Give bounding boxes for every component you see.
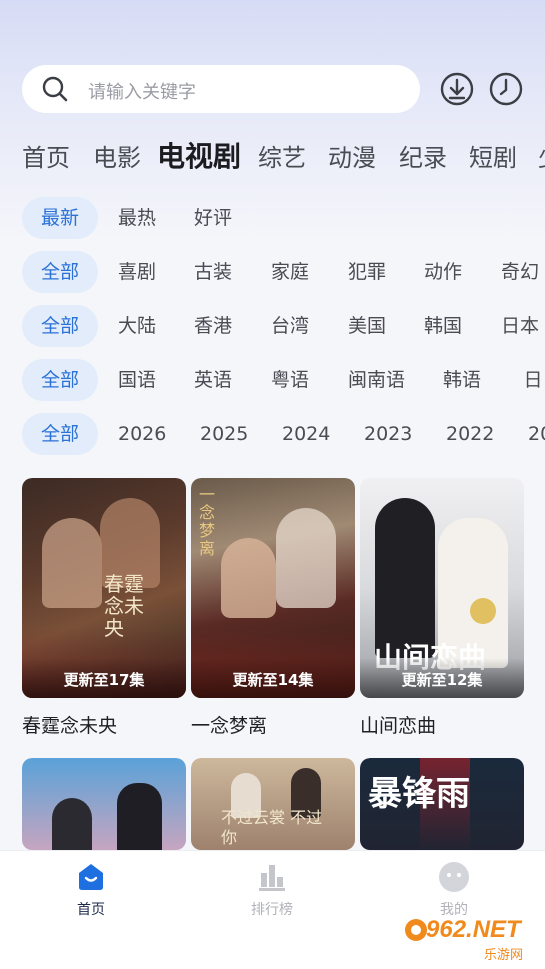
filter-chip-selected[interactable]: 全部: [22, 359, 98, 401]
filter-chip[interactable]: 2026: [118, 413, 166, 455]
filter-chip-selected[interactable]: 最新: [22, 197, 98, 239]
profile-icon: [439, 862, 469, 892]
filter-row-sort: 最新 最热 好评: [0, 197, 545, 241]
filter-chip-selected[interactable]: 全部: [22, 305, 98, 347]
search-bar[interactable]: 请输入关键字: [22, 65, 420, 113]
watermark-text: 962.NET: [426, 916, 521, 943]
tab-bar-label: 排行榜: [251, 902, 293, 918]
filter-chip[interactable]: 好评: [194, 197, 232, 239]
filter-row-year: 全部 2026 2025 2024 2023 2022 20: [0, 413, 545, 457]
category-tabs: 首页 电影 电视剧 综艺 动漫 纪录 短剧 少: [0, 138, 545, 174]
filter-chip[interactable]: 英语: [194, 359, 232, 401]
filter-chip[interactable]: 喜剧: [118, 251, 156, 293]
show-card[interactable]: 暴锋雨: [360, 758, 524, 850]
tab-bar-label: 首页: [77, 902, 105, 918]
filter-chip-selected[interactable]: 全部: [22, 251, 98, 293]
show-card[interactable]: 不过云裳 不过你: [191, 758, 355, 850]
search-input[interactable]: 请输入关键字: [88, 78, 196, 104]
history-icon[interactable]: [489, 72, 523, 106]
tab-bar-ranking[interactable]: 排行榜: [212, 851, 332, 931]
filter-chip[interactable]: 日语: [521, 359, 545, 401]
poster-title-art: 春霆念未央: [104, 572, 144, 640]
filter-chip[interactable]: 大陆: [118, 305, 156, 347]
poster-image: 春霆念未央 更新至17集: [22, 478, 186, 698]
tab-movie[interactable]: 电影: [93, 138, 141, 173]
show-title: 春霆念未央: [22, 715, 118, 737]
filter-chip[interactable]: 粤语: [271, 359, 309, 401]
poster-title-art: 不过云裳 不过你: [221, 808, 323, 847]
show-card[interactable]: 一念梦离 更新至14集 一念梦离: [191, 478, 355, 738]
filter-chip[interactable]: 香港: [194, 305, 232, 347]
poster-title-art: 暴锋雨: [368, 774, 470, 814]
filter-chip[interactable]: 犯罪: [348, 251, 386, 293]
show-card[interactable]: [22, 758, 186, 850]
filter-chip[interactable]: 20: [528, 413, 545, 455]
poster-title-art: 一念梦离: [199, 485, 216, 558]
filter-chip[interactable]: 韩语: [443, 359, 481, 401]
tab-partial[interactable]: 少: [538, 138, 545, 173]
filter-chip[interactable]: 动作: [424, 251, 462, 293]
filter-chip[interactable]: 2023: [364, 413, 412, 455]
poster-image: 一念梦离 更新至14集: [191, 478, 355, 698]
ranking-icon: [259, 865, 285, 891]
filter-chip[interactable]: 2022: [446, 413, 494, 455]
filter-chip[interactable]: 台湾: [271, 305, 309, 347]
filter-chip[interactable]: 美国: [348, 305, 386, 347]
tab-short-drama[interactable]: 短剧: [469, 138, 517, 173]
tab-tv-series[interactable]: 电视剧: [157, 138, 241, 174]
filter-chip[interactable]: 2024: [282, 413, 330, 455]
poster-image: 山间恋曲 更新至12集: [360, 478, 524, 698]
watermark-subtext: 乐游网: [484, 948, 524, 963]
filter-chip[interactable]: 奇幻: [501, 251, 539, 293]
filter-row-region: 全部 大陆 香港 台湾 美国 韩国 日本: [0, 305, 545, 349]
filter-row-genre: 全部 喜剧 古装 家庭 犯罪 动作 奇幻: [0, 251, 545, 295]
episode-badge: 更新至14集: [191, 658, 355, 698]
download-icon[interactable]: [440, 72, 474, 106]
filter-chip[interactable]: 家庭: [271, 251, 309, 293]
tab-home[interactable]: 首页: [22, 138, 70, 173]
tab-variety[interactable]: 综艺: [258, 138, 306, 173]
search-icon: [42, 76, 68, 102]
filter-chip[interactable]: 古装: [194, 251, 232, 293]
poster-image: 暴锋雨: [360, 758, 524, 850]
tab-documentary[interactable]: 纪录: [399, 138, 447, 173]
home-icon: [79, 864, 103, 890]
filter-chip[interactable]: 闽南语: [348, 359, 405, 401]
filter-chip-selected[interactable]: 全部: [22, 413, 98, 455]
tab-anime[interactable]: 动漫: [328, 138, 376, 173]
filter-chip[interactable]: 最热: [118, 197, 156, 239]
watermark-logo-icon: [405, 919, 427, 941]
show-card[interactable]: 春霆念未央 更新至17集 春霆念未央: [22, 478, 186, 738]
filter-chip[interactable]: 国语: [118, 359, 156, 401]
episode-badge: 更新至12集: [360, 658, 524, 698]
site-watermark: 962.NET 乐游网: [404, 916, 542, 963]
filter-chip[interactable]: 韩国: [424, 305, 462, 347]
tab-bar-home[interactable]: 首页: [31, 851, 151, 931]
filter-row-language: 全部 国语 英语 粤语 闽南语 韩语 日语: [0, 359, 545, 403]
show-title: 山间恋曲: [360, 715, 437, 737]
poster-image: [22, 758, 186, 850]
show-title: 一念梦离: [191, 715, 268, 737]
show-card[interactable]: 山间恋曲 更新至12集 山间恋曲: [360, 478, 524, 738]
episode-badge: 更新至17集: [22, 658, 186, 698]
filter-chip[interactable]: 2025: [200, 413, 248, 455]
poster-image: 不过云裳 不过你: [191, 758, 355, 850]
filter-chip[interactable]: 日本: [501, 305, 539, 347]
